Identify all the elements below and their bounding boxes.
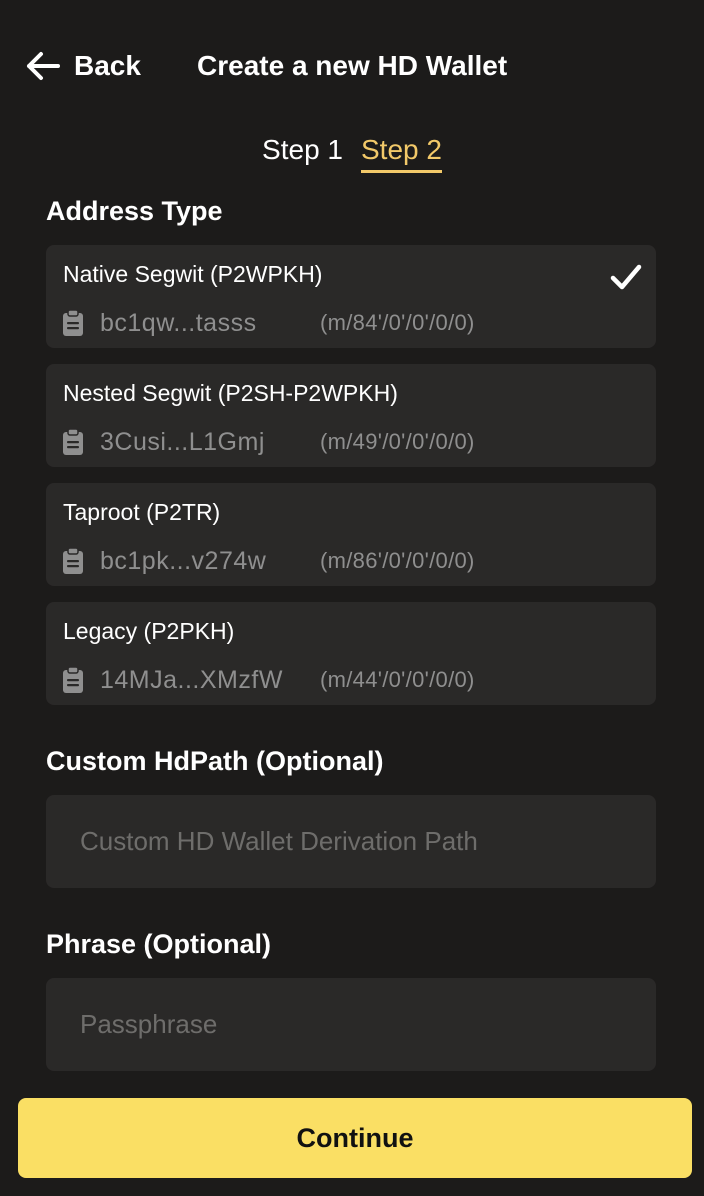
address-type-heading: Address Type — [46, 196, 223, 226]
checkmark-icon — [610, 264, 642, 290]
address-row: bc1qw...tasss (m/84'/0'/0'/0/0) — [62, 307, 475, 339]
clipboard-icon[interactable] — [62, 547, 84, 575]
address-option-name: Nested Segwit (P2SH-P2WPKH) — [63, 380, 398, 406]
passphrase-input[interactable] — [46, 978, 656, 1071]
address-preview: bc1pk...v274w — [100, 546, 267, 575]
custom-hdpath-input[interactable] — [46, 795, 656, 888]
address-option-native-segwit[interactable]: Native Segwit (P2WPKH) bc1qw...tasss (m/… — [46, 245, 656, 348]
continue-button[interactable]: Continue — [18, 1098, 692, 1178]
address-row: bc1pk...v274w (m/86'/0'/0'/0/0) — [62, 545, 475, 577]
page-title: Create a new HD Wallet — [197, 50, 508, 81]
derivation-path: (m/86'/0'/0'/0/0) — [320, 548, 475, 573]
back-label: Back — [74, 50, 141, 81]
address-preview: bc1qw...tasss — [100, 308, 257, 337]
header: Back Create a new HD Wallet — [0, 0, 704, 130]
tab-step-2[interactable]: Step 2 — [361, 132, 442, 173]
address-option-name: Legacy (P2PKH) — [63, 618, 235, 644]
address-option-name: Native Segwit (P2WPKH) — [63, 261, 323, 287]
address-option-taproot[interactable]: Taproot (P2TR) bc1pk...v274w (m/86'/0'/0… — [46, 483, 656, 586]
clipboard-icon[interactable] — [62, 428, 84, 456]
custom-hdpath-heading: Custom HdPath (Optional) — [46, 746, 384, 776]
address-option-name: Taproot (P2TR) — [63, 499, 221, 525]
tab-step-1[interactable]: Step 1 — [262, 132, 343, 173]
address-preview: 14MJa...XMzfW — [100, 665, 283, 694]
arrow-left-icon — [27, 52, 60, 80]
derivation-path: (m/44'/0'/0'/0/0) — [320, 667, 475, 692]
address-option-legacy[interactable]: Legacy (P2PKH) 14MJa...XMzfW (m/44'/0'/0… — [46, 602, 656, 705]
address-option-nested-segwit[interactable]: Nested Segwit (P2SH-P2WPKH) 3Cusi...L1Gm… — [46, 364, 656, 467]
step-tabs: Step 1 Step 2 — [0, 132, 704, 173]
back-button[interactable]: Back — [26, 48, 141, 84]
create-hd-wallet-page: Back Create a new HD Wallet Step 1 Step … — [0, 0, 704, 1196]
address-row: 3Cusi...L1Gmj (m/49'/0'/0'/0/0) — [62, 426, 475, 458]
derivation-path: (m/49'/0'/0'/0/0) — [320, 429, 475, 454]
derivation-path: (m/84'/0'/0'/0/0) — [320, 310, 475, 335]
clipboard-icon[interactable] — [62, 666, 84, 694]
clipboard-icon[interactable] — [62, 309, 84, 337]
address-row: 14MJa...XMzfW (m/44'/0'/0'/0/0) — [62, 664, 475, 696]
address-preview: 3Cusi...L1Gmj — [100, 427, 265, 456]
phrase-heading: Phrase (Optional) — [46, 929, 272, 959]
